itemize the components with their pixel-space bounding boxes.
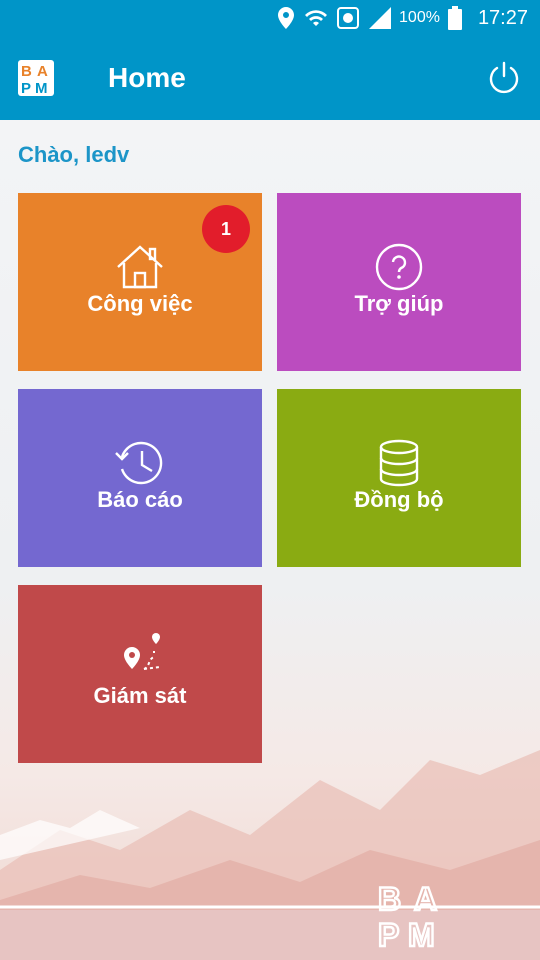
battery-percent: 100%: [399, 9, 440, 26]
battery-icon: [447, 6, 462, 30]
tile-work[interactable]: Công việc 1: [18, 193, 262, 371]
app-logo: B A P M: [18, 60, 54, 97]
house-icon: [117, 245, 163, 289]
svg-text:B: B: [21, 63, 32, 80]
svg-text:A: A: [37, 63, 48, 80]
route-icon: [124, 633, 161, 670]
tile-help-label: Trợ giúp: [354, 291, 444, 316]
notification-badge: 1: [202, 205, 250, 253]
database-icon: [379, 439, 419, 487]
svg-text:A: A: [414, 881, 437, 917]
signal-icon: [367, 7, 392, 29]
status-bar: 100% 17:27: [0, 0, 540, 36]
tile-sync[interactable]: Đồng bộ: [277, 389, 521, 567]
greeting-text: Chào, ledv: [18, 142, 130, 167]
svg-text:P: P: [21, 80, 31, 96]
location-icon: [277, 6, 295, 30]
power-icon: [489, 61, 519, 94]
help-icon: [375, 243, 423, 291]
svg-text:B: B: [378, 881, 401, 917]
logout-button[interactable]: [486, 60, 522, 96]
page-title: Home: [108, 62, 186, 93]
tile-help[interactable]: Trợ giúp: [277, 193, 521, 371]
tile-report-label: Báo cáo: [97, 487, 183, 512]
tile-work-label: Công việc: [87, 291, 193, 316]
tile-monitor-label: Giám sát: [93, 683, 187, 708]
clock: 17:27: [477, 6, 528, 29]
svg-text:M: M: [408, 917, 435, 950]
history-icon: [115, 441, 163, 485]
sync-icon: [337, 7, 360, 29]
tile-sync-label: Đồng bộ: [354, 487, 444, 512]
tile-monitor[interactable]: Giám sát: [18, 585, 262, 763]
svg-text:P: P: [378, 917, 399, 950]
tile-report[interactable]: Báo cáo: [18, 389, 262, 567]
wifi-icon: [303, 6, 329, 30]
app-bar: B A P M Home: [0, 36, 540, 120]
bapm-watermark-logo: B A P M: [376, 880, 452, 954]
svg-text:M: M: [35, 80, 48, 96]
